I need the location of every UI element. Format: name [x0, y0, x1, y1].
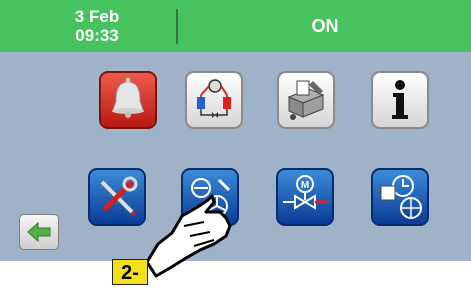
controller-screen: 3 Feb 09:33 ON M 2-	[0, 0, 471, 287]
step-badge: 2-	[112, 259, 148, 285]
pointing-hand-icon	[145, 194, 232, 278]
